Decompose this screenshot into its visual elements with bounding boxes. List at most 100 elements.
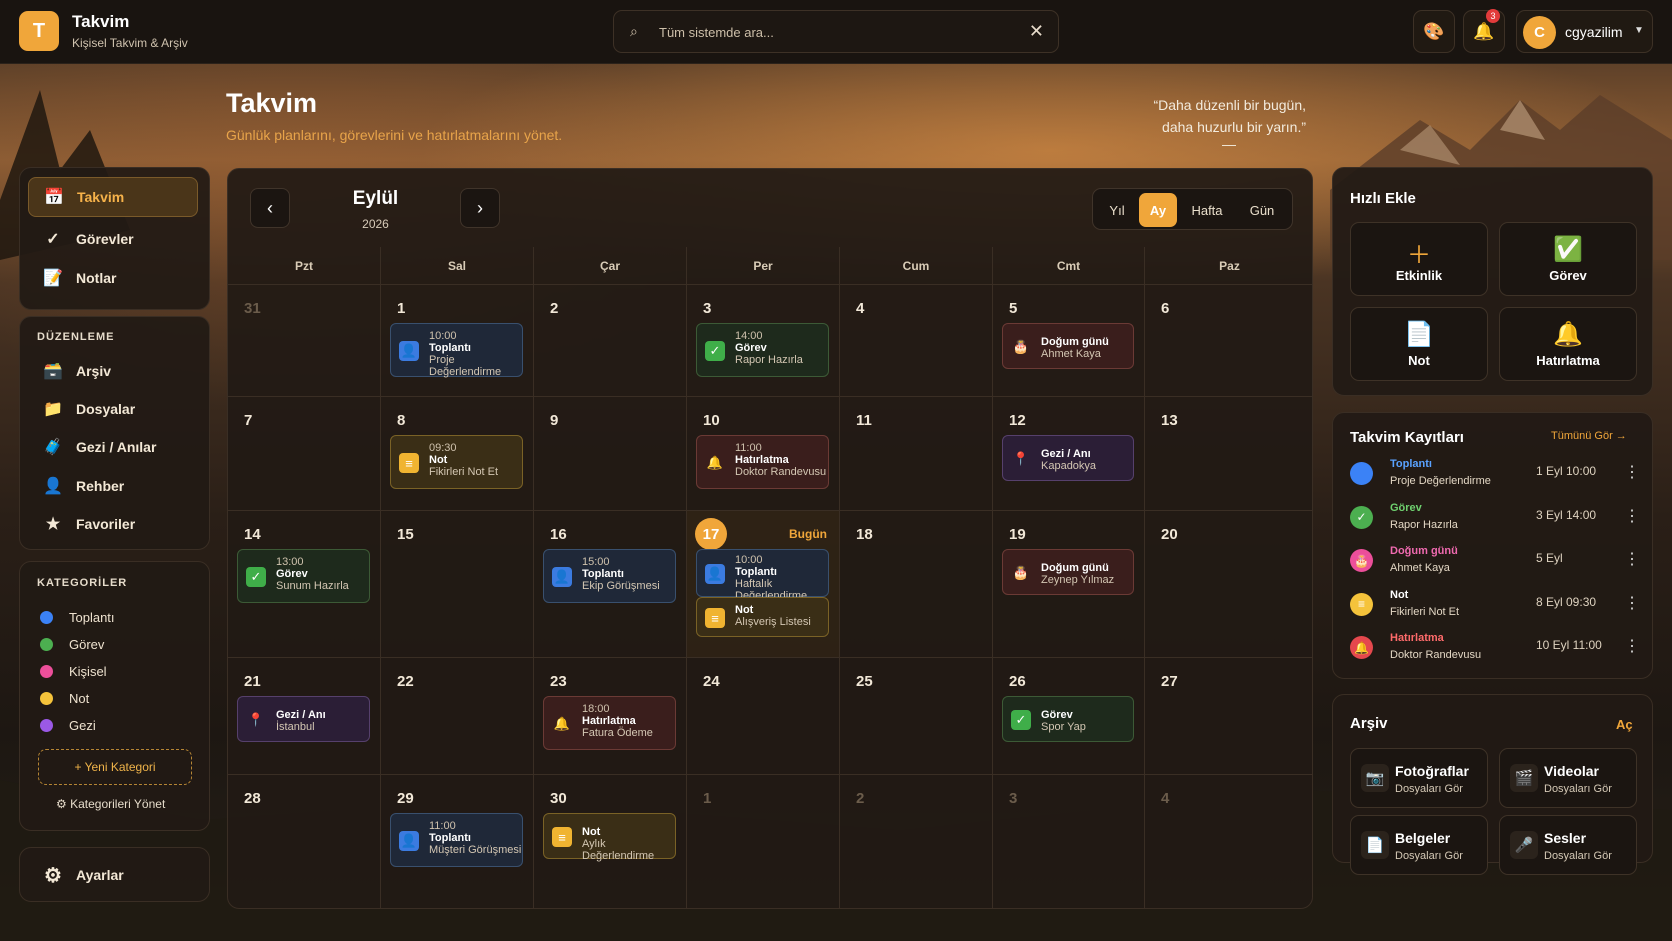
record-item[interactable]: 🔔 Hatırlatma Doktor Randevusu 10 Eyl 11:00 ⋮ bbox=[1350, 632, 1640, 676]
search-box[interactable]: ⌕ Tüm sistemde ara... ✕ bbox=[613, 10, 1059, 53]
record-item[interactable]: Toplantı Proje Değerlendirme 1 Eyl 10:00 ⋮ bbox=[1350, 458, 1640, 502]
nav-item-notlar[interactable]: 📝 Notlar bbox=[28, 258, 198, 298]
quick-add-task-button[interactable]: ✅ Görev bbox=[1499, 222, 1637, 296]
quick-add-reminder-button[interactable]: 🔔 Hatırlatma bbox=[1499, 307, 1637, 381]
day-cell[interactable]: 31 bbox=[228, 285, 381, 397]
nav-item-arsiv[interactable]: 🗃️ Arşiv bbox=[28, 351, 198, 391]
day-cell[interactable]: 22 bbox=[381, 658, 534, 775]
see-all-link[interactable]: Tümünü Gör → bbox=[1551, 430, 1627, 442]
clear-search-icon[interactable]: ✕ bbox=[1029, 21, 1044, 42]
day-cell[interactable]: 16 👤 15:00 Toplantı Ekip Görüşmesi bbox=[534, 511, 687, 658]
day-cell[interactable]: 4 bbox=[1145, 775, 1312, 908]
calendar-event[interactable]: 👤 11:00 Toplantı Müşteri Görüşmesi bbox=[390, 813, 523, 867]
day-cell[interactable]: 28 bbox=[228, 775, 381, 908]
prev-month-button[interactable]: ‹ bbox=[250, 188, 290, 228]
day-cell[interactable]: 5 🎂 Doğum günü Ahmet Kaya bbox=[993, 285, 1145, 397]
archive-open-link[interactable]: Aç bbox=[1616, 717, 1633, 732]
archive-documents[interactable]: 📄 Belgeler Dosyaları Gör bbox=[1350, 815, 1488, 875]
archive-photos[interactable]: 📷 Fotoğraflar Dosyaları Gör bbox=[1350, 748, 1488, 808]
record-item[interactable]: ≡ Not Fikirleri Not Et 8 Eyl 09:30 ⋮ bbox=[1350, 589, 1640, 633]
nav-item-rehber[interactable]: 👤 Rehber bbox=[28, 466, 198, 506]
day-cell[interactable]: 8 ≡ 09:30 Not Fikirleri Not Et bbox=[381, 397, 534, 511]
calendar-event[interactable]: 🔔 18:00 Hatırlatma Fatura Ödeme bbox=[543, 696, 676, 750]
day-cell[interactable]: 14 ✓ 13:00 Görev Sunum Hazırla bbox=[228, 511, 381, 658]
day-cell[interactable]: 11 bbox=[840, 397, 993, 511]
category-item[interactable]: Kişisel bbox=[40, 664, 107, 679]
more-vertical-icon[interactable]: ⋮ bbox=[1624, 462, 1640, 482]
day-cell[interactable]: 6 bbox=[1145, 285, 1312, 397]
nav-item-gezi[interactable]: 🧳 Gezi / Anılar bbox=[28, 427, 198, 467]
quick-add-note-button[interactable]: 📄 Not bbox=[1350, 307, 1488, 381]
view-day-tab[interactable]: Gün bbox=[1237, 193, 1287, 227]
more-vertical-icon[interactable]: ⋮ bbox=[1624, 636, 1640, 656]
day-cell[interactable]: 21 📍 Gezi / Anı İstanbul bbox=[228, 658, 381, 775]
day-cell[interactable]: 30 ≡ Not Aylık Değerlendirme bbox=[534, 775, 687, 908]
view-month-tab[interactable]: Ay bbox=[1139, 193, 1177, 227]
day-cell[interactable]: 1 👤 10:00 Toplantı Proje Değerlendirme bbox=[381, 285, 534, 397]
category-item[interactable]: Not bbox=[40, 691, 89, 706]
calendar-event[interactable]: ✓ Görev Spor Yap bbox=[1002, 696, 1134, 742]
day-cell[interactable]: 1 bbox=[687, 775, 840, 908]
record-item[interactable]: 🎂 Doğum günü Ahmet Kaya 5 Eyl ⋮ bbox=[1350, 545, 1640, 589]
calendar-event[interactable]: 🔔 11:00 Hatırlatma Doktor Randevusu bbox=[696, 435, 829, 489]
day-cell[interactable]: 17 Bugün 👤 10:00 Toplantı Haftalık Değerlendi… bbox=[687, 511, 840, 658]
calendar-event[interactable]: 📍 Gezi / Anı Kapadokya bbox=[1002, 435, 1134, 481]
day-cell[interactable]: 13 bbox=[1145, 397, 1312, 511]
calendar-event[interactable]: ✓ 13:00 Görev Sunum Hazırla bbox=[237, 549, 370, 603]
day-cell[interactable]: 15 bbox=[381, 511, 534, 658]
record-item[interactable]: ✓ Görev Rapor Hazırla 3 Eyl 14:00 ⋮ bbox=[1350, 502, 1640, 546]
day-cell[interactable]: 3 ✓ 14:00 Görev Rapor Hazırla bbox=[687, 285, 840, 397]
day-cell[interactable]: 19 🎂 Doğum günü Zeynep Yılmaz bbox=[993, 511, 1145, 658]
day-cell[interactable]: 29 👤 11:00 Toplantı Müşteri Görüşmesi bbox=[381, 775, 534, 908]
day-cell[interactable]: 25 bbox=[840, 658, 993, 775]
nav-item-favoriler[interactable]: ★ Favoriler bbox=[28, 504, 198, 544]
calendar-event[interactable]: ≡ 09:30 Not Fikirleri Not Et bbox=[390, 435, 523, 489]
calendar-event[interactable]: 👤 10:00 Toplantı Haftalık Değerlendirme bbox=[696, 549, 829, 602]
calendar-event[interactable]: 👤 10:00 Toplantı Proje Değerlendirme bbox=[390, 323, 523, 378]
quick-add-event-button[interactable]: ＋ Etkinlik bbox=[1350, 222, 1488, 296]
nav-item-takvim[interactable]: 📅 Takvim bbox=[28, 177, 198, 217]
search-input[interactable]: Tüm sistemde ara... bbox=[659, 25, 774, 40]
day-cell[interactable]: 20 bbox=[1145, 511, 1312, 658]
calendar-event[interactable]: ✓ 14:00 Görev Rapor Hazırla bbox=[696, 323, 829, 377]
category-item[interactable]: Toplantı bbox=[40, 610, 115, 625]
day-cell[interactable]: 23 🔔 18:00 Hatırlatma Fatura Ödeme bbox=[534, 658, 687, 775]
day-cell[interactable]: 2 bbox=[840, 775, 993, 908]
nav-item-dosyalar[interactable]: 📁 Dosyalar bbox=[28, 389, 198, 429]
day-cell[interactable]: 4 bbox=[840, 285, 993, 397]
user-menu[interactable]: C cgyazilim ▼ bbox=[1516, 10, 1653, 53]
calendar-event[interactable]: 👤 15:00 Toplantı Ekip Görüşmesi bbox=[543, 549, 676, 603]
archive-audio[interactable]: 🎤 Sesler Dosyaları Gör bbox=[1499, 815, 1637, 875]
day-cell[interactable]: 7 bbox=[228, 397, 381, 511]
day-cell[interactable]: 12 📍 Gezi / Anı Kapadokya bbox=[993, 397, 1145, 511]
view-week-tab[interactable]: Hafta bbox=[1181, 193, 1233, 227]
settings-button[interactable]: ⚙ Ayarlar bbox=[19, 847, 210, 902]
manage-categories-link[interactable]: ⚙ Kategorileri Yönet bbox=[56, 797, 165, 811]
calendar-event[interactable]: ≡ Not Aylık Değerlendirme bbox=[543, 813, 676, 862]
calendar-event[interactable]: ≡ Not Alışveriş Listesi bbox=[696, 597, 829, 637]
day-cell[interactable]: 2 bbox=[534, 285, 687, 397]
archive-videos[interactable]: 🎬 Videolar Dosyaları Gör bbox=[1499, 748, 1637, 808]
day-cell[interactable]: 10 🔔 11:00 Hatırlatma Doktor Randevusu bbox=[687, 397, 840, 511]
next-month-button[interactable]: › bbox=[460, 188, 500, 228]
day-cell[interactable]: 9 bbox=[534, 397, 687, 511]
category-item[interactable]: Görev bbox=[40, 637, 104, 652]
more-vertical-icon[interactable]: ⋮ bbox=[1624, 549, 1640, 569]
day-cell[interactable]: 27 bbox=[1145, 658, 1312, 775]
calendar-event[interactable]: 📍 Gezi / Anı İstanbul bbox=[237, 696, 370, 742]
notifications-button[interactable]: 🔔 3 bbox=[1463, 9, 1505, 53]
calendar-event[interactable]: 🎂 Doğum günü Ahmet Kaya bbox=[1002, 323, 1134, 369]
day-cell[interactable]: 24 bbox=[687, 658, 840, 775]
day-cell[interactable]: 18 bbox=[840, 511, 993, 658]
more-vertical-icon[interactable]: ⋮ bbox=[1624, 506, 1640, 526]
category-item[interactable]: Gezi bbox=[40, 718, 96, 733]
more-vertical-icon[interactable]: ⋮ bbox=[1624, 593, 1640, 613]
calendar-event[interactable]: 🎂 Doğum günü Zeynep Yılmaz bbox=[1002, 549, 1134, 595]
new-category-button[interactable]: + Yeni Kategori bbox=[38, 749, 192, 785]
settings-item[interactable]: ⚙ Ayarlar bbox=[28, 855, 198, 895]
day-cell[interactable]: 3 bbox=[993, 775, 1145, 908]
nav-item-gorevler[interactable]: ✓ Görevler bbox=[28, 219, 198, 259]
theme-button[interactable]: 🎨 bbox=[1413, 10, 1455, 53]
view-year-tab[interactable]: Yıl bbox=[1099, 193, 1135, 227]
day-cell[interactable]: 26 ✓ Görev Spor Yap bbox=[993, 658, 1145, 775]
